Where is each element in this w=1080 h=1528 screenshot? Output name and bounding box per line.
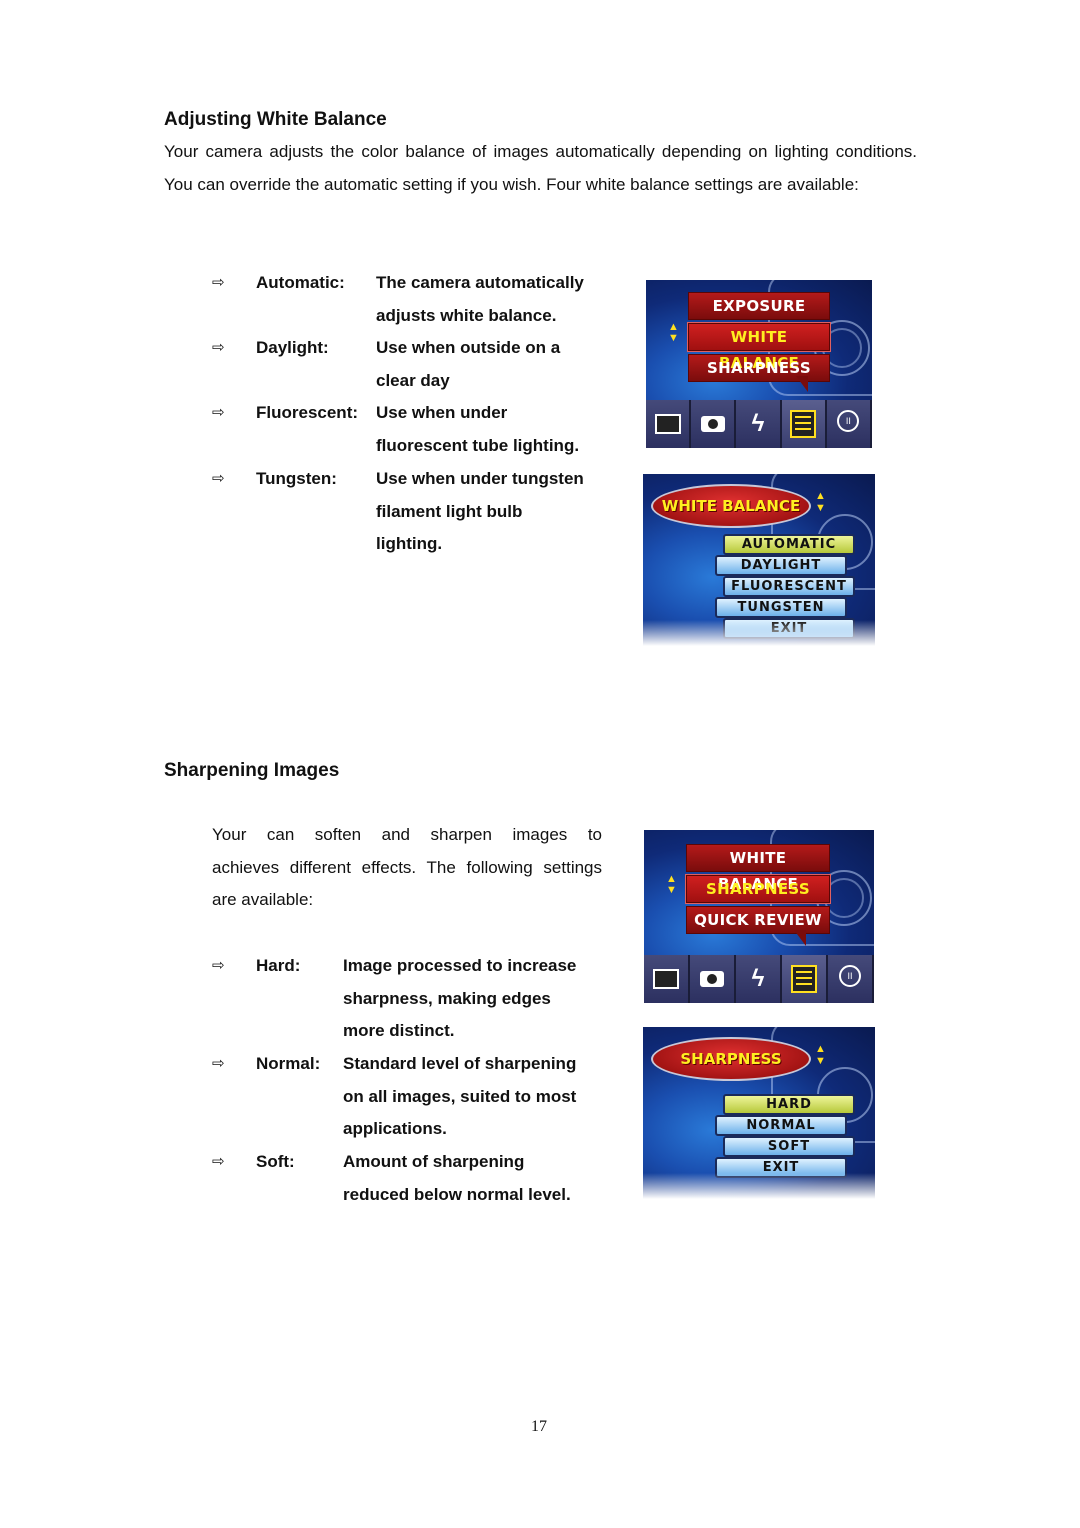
bullet-term: Tungsten: (256, 469, 337, 488)
mode-icon-bar: ϟ II (644, 955, 874, 1003)
sharpness-title-oval: SHARPNESS (651, 1037, 811, 1081)
menu-pointer (796, 376, 808, 392)
frame-icon (644, 955, 690, 1003)
option-tungsten: TUNGSTEN (715, 597, 847, 618)
desc-line: fluorescent tube lighting. (376, 435, 580, 455)
bulb-icon: II (828, 955, 874, 1003)
desc-line: Image processed to increase (343, 956, 577, 975)
arrow-icon: ⇨ (212, 957, 225, 974)
camera-lens-inner-graphic (824, 878, 864, 918)
white-balance-options-screenshot: WHITE BALANCE ▲ ▼ AUTOMATIC DAYLIGHT FLUO… (643, 474, 875, 646)
page-number: 17 (531, 1418, 547, 1435)
arrow-icon: ⇨ (212, 1055, 225, 1072)
camera-menu-screenshot-sharpness: ▲▼ WHITE BALANCE SHARPNESS QUICK REVIEW … (644, 830, 874, 1003)
camera-menu-screenshot-white-balance: ▲▼ EXPOSURE WHITE BALANCE SHARPNESS ϟ II (646, 280, 872, 448)
bullet-desc: Use when under tungsten filament light b… (376, 463, 636, 561)
sharpness-options-screenshot: SHARPNESS ▲ ▼ HARD NORMAL SOFT EXIT (643, 1027, 875, 1199)
menu-list-icon (782, 955, 828, 1003)
flash-icon: ϟ (736, 400, 782, 448)
bulb-icon: II (826, 400, 872, 448)
menu-stack: WHITE BALANCE SHARPNESS QUICK REVIEW (686, 844, 830, 937)
up-down-arrows-icon: ▲ ▼ (815, 1043, 826, 1067)
menu-pointer (794, 930, 806, 946)
bullet-term: Fluorescent: (256, 403, 359, 422)
desc-line: Amount of sharpening (343, 1152, 525, 1171)
mode-icon-bar: ϟ II (646, 400, 872, 448)
menu-item-sharpness: SHARPNESS (686, 875, 830, 903)
camera-icon (690, 955, 736, 1003)
arrow-icon: ⇨ (212, 404, 225, 421)
bullet-desc: Standard level of sharpening on all imag… (343, 1048, 613, 1146)
bullet-desc: Image processed to increase sharpness, m… (343, 950, 613, 1048)
frame-icon (646, 400, 692, 448)
desc-line: Standard level of sharpening (343, 1054, 577, 1073)
sharpening-intro: Your can soften and sharpen images to ac… (212, 819, 602, 917)
camera-icon (691, 400, 737, 448)
intro-line: are available: (212, 890, 314, 909)
bullet-desc: Amount of sharpening reduced below norma… (343, 1146, 613, 1211)
desc-line: adjusts white balance. (376, 305, 557, 325)
menu-item-quick-review: QUICK REVIEW (686, 906, 830, 934)
bullet-desc: The camera automatically adjusts white b… (376, 267, 636, 332)
section-heading-sharpening: Sharpening Images (164, 760, 340, 781)
bullet-term: Hard: (256, 956, 301, 975)
arrow-icon: ⇨ (212, 274, 225, 291)
bullet-term: Automatic: (256, 273, 345, 292)
desc-line: sharpness, making edges (343, 988, 551, 1008)
fade-overlay (643, 1173, 875, 1199)
desc-line: more distinct. (343, 1021, 455, 1041)
desc-line: Use when under (376, 403, 508, 422)
option-hard: HARD (723, 1094, 855, 1115)
intro-line: Your can soften and sharpen images to (212, 825, 602, 844)
desc-line: applications. (343, 1119, 447, 1139)
bullet-desc: Use when outside on a clear day (376, 332, 636, 397)
desc-line: reduced below normal level. (343, 1184, 571, 1204)
section-heading-white-balance: Adjusting White Balance (164, 109, 387, 130)
option-normal: NORMAL (715, 1115, 847, 1136)
arrow-icon: ⇨ (212, 339, 225, 356)
fade-overlay (643, 620, 875, 646)
bullet-desc: Use when under fluorescent tube lighting… (376, 397, 636, 462)
bullet-term: Normal: (256, 1054, 321, 1073)
up-down-arrows-icon: ▲ ▼ (668, 321, 679, 344)
white-balance-title-oval: WHITE BALANCE (651, 484, 811, 528)
desc-line: Use when under tungsten (376, 469, 584, 488)
bullet-term: Soft: (256, 1152, 295, 1171)
option-daylight: DAYLIGHT (715, 555, 847, 576)
menu-item-white-balance: WHITE BALANCE (688, 323, 830, 372)
menu-list-icon (781, 400, 827, 448)
desc-line: lighting. (376, 534, 443, 554)
menu-item-exposure: EXPOSURE (688, 292, 830, 320)
flash-icon: ϟ (736, 955, 782, 1003)
option-automatic: AUTOMATIC (723, 534, 855, 555)
up-down-arrows-icon: ▲ ▼ (666, 873, 677, 896)
menu-stack: EXPOSURE WHITE BALANCE SHARPNESS (688, 292, 830, 385)
option-soft: SOFT (723, 1136, 855, 1157)
desc-line: The camera automatically (376, 273, 584, 292)
menu-item-white-balance: WHITE BALANCE (686, 844, 830, 893)
desc-line: on all images, suited to most (343, 1086, 577, 1106)
menu-item-sharpness: SHARPNESS (688, 354, 830, 382)
up-down-arrows-icon: ▲ ▼ (815, 490, 826, 514)
intro-line: achieves different effects. The followin… (212, 857, 602, 877)
option-fluorescent: FLUORESCENT (723, 576, 855, 597)
desc-line: filament light bulb (376, 501, 523, 521)
bullet-term: Daylight: (256, 338, 329, 357)
arrow-icon: ⇨ (212, 470, 225, 487)
arrow-icon: ⇨ (212, 1153, 225, 1170)
desc-line: Use when outside on a (376, 338, 561, 357)
desc-line: clear day (376, 370, 450, 390)
white-balance-intro: Your camera adjusts the color balance of… (164, 142, 917, 194)
